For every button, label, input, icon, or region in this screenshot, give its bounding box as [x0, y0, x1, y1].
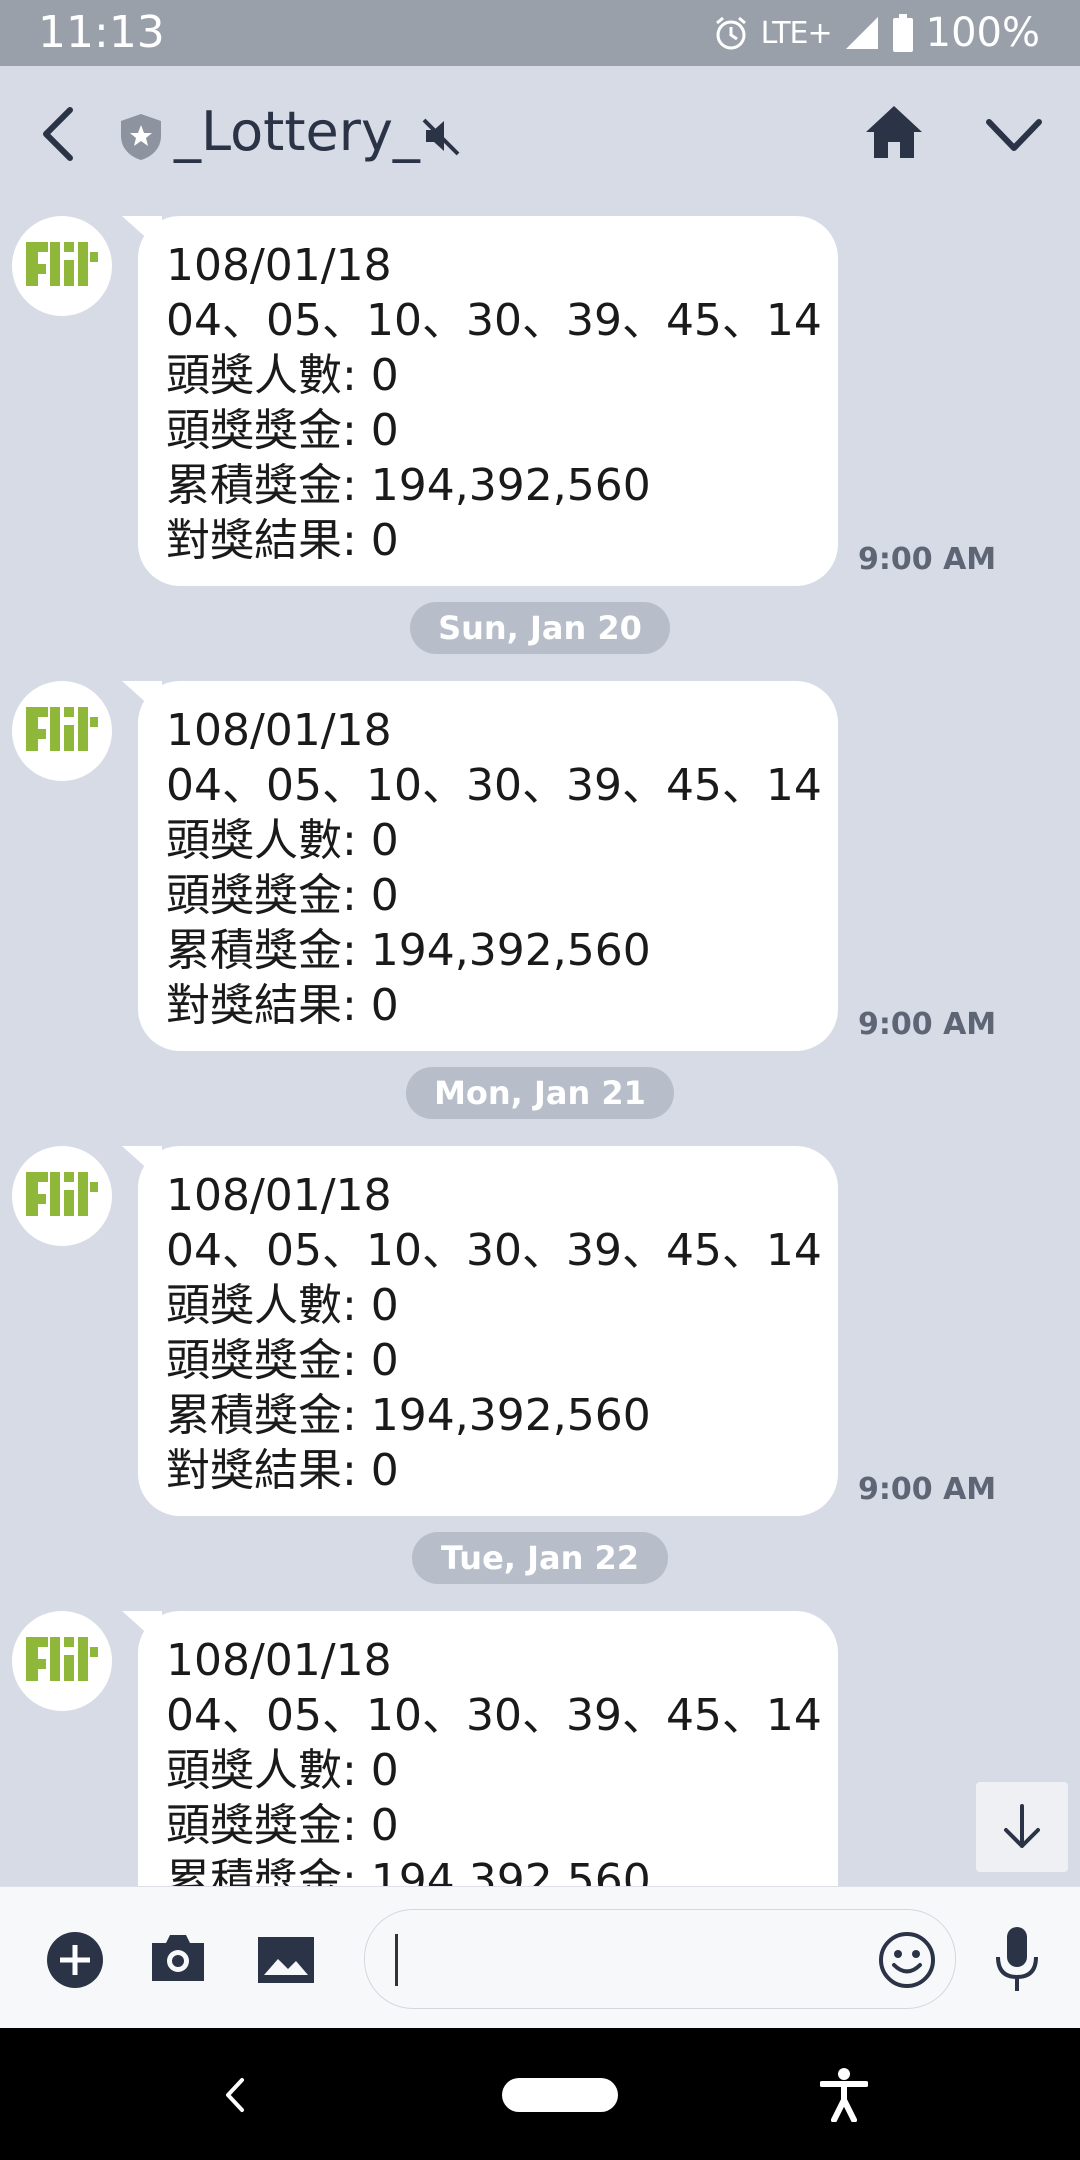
message-input-bar	[0, 1886, 1080, 2029]
message-bubble[interactable]: 108/01/18 04、05、10、30、39、45、14 頭獎人數: 0 頭…	[138, 1146, 838, 1516]
back-icon[interactable]	[36, 106, 80, 162]
winning-numbers: 04、05、10、30、39、45、14	[166, 1690, 822, 1741]
arrow-down-icon	[1004, 1804, 1040, 1848]
chat-title[interactable]: _Lottery_	[174, 96, 420, 168]
battery-icon	[892, 14, 913, 52]
system-nav-bar	[0, 2028, 1080, 2160]
chat-header: _Lottery_	[0, 66, 1080, 196]
lottery-avatar-icon	[26, 1637, 98, 1681]
date-separator: Mon, Jan 21	[406, 1067, 674, 1119]
accumulated-prize: 累積獎金: 194,392,560	[166, 460, 651, 511]
scroll-to-bottom-button[interactable]	[976, 1782, 1068, 1872]
jackpot-prize: 頭獎獎金: 0	[166, 405, 399, 456]
nav-back-icon[interactable]	[222, 2076, 246, 2114]
draw-date: 108/01/18	[166, 1170, 392, 1221]
match-result: 對獎結果: 0	[166, 1445, 399, 1496]
lottery-avatar-icon	[26, 242, 98, 286]
message-input[interactable]	[364, 1909, 956, 2009]
alarm-icon	[715, 16, 746, 50]
signal-icon	[845, 17, 878, 49]
message-time: 9:00 AM	[858, 542, 997, 577]
draw-date: 108/01/18	[166, 240, 392, 291]
shield-icon	[121, 114, 161, 160]
draw-date: 108/01/18	[166, 1635, 392, 1686]
avatar[interactable]	[12, 216, 112, 316]
lottery-avatar-icon	[26, 1172, 98, 1216]
date-separator: Sun, Jan 20	[410, 602, 670, 654]
emoji-icon[interactable]	[877, 1930, 937, 1990]
accumulated-prize: 累積獎金: 194,392,560	[166, 925, 651, 976]
message-time: 9:00 AM	[858, 1472, 997, 1507]
match-result: 對獎結果: 0	[166, 515, 399, 566]
battery-percent: 100%	[925, 10, 1040, 56]
avatar[interactable]	[12, 1146, 112, 1246]
avatar[interactable]	[12, 1611, 112, 1711]
avatar[interactable]	[12, 681, 112, 781]
network-type: LTE+	[760, 15, 833, 51]
jackpot-winners: 頭獎人數: 0	[166, 1280, 399, 1331]
jackpot-winners: 頭獎人數: 0	[166, 1745, 399, 1796]
image-icon[interactable]	[256, 1935, 316, 1985]
camera-icon[interactable]	[148, 1931, 208, 1983]
jackpot-winners: 頭獎人數: 0	[166, 815, 399, 866]
nav-home-pill[interactable]	[502, 2078, 618, 2112]
mic-icon[interactable]	[992, 1925, 1042, 1995]
message-bubble[interactable]: 108/01/18 04、05、10、30、39、45、14 頭獎人數: 0 頭…	[138, 681, 838, 1051]
winning-numbers: 04、05、10、30、39、45、14	[166, 760, 822, 811]
jackpot-winners: 頭獎人數: 0	[166, 350, 399, 401]
jackpot-prize: 頭獎獎金: 0	[166, 870, 399, 921]
winning-numbers: 04、05、10、30、39、45、14	[166, 295, 822, 346]
message-bubble[interactable]: 108/01/18 04、05、10、30、39、45、14 頭獎人數: 0 頭…	[138, 216, 838, 586]
add-icon[interactable]	[46, 1931, 104, 1989]
accessibility-icon[interactable]	[820, 2068, 868, 2122]
match-result: 對獎結果: 0	[166, 980, 399, 1031]
status-time: 11:13	[38, 7, 165, 58]
jackpot-prize: 頭獎獎金: 0	[166, 1335, 399, 1386]
text-cursor	[395, 1934, 398, 1986]
draw-date: 108/01/18	[166, 705, 392, 756]
status-bar: 11:13 LTE+ 100%	[0, 0, 1080, 66]
accumulated-prize: 累積獎金: 194,392,560	[166, 1390, 651, 1441]
chevron-down-icon[interactable]	[984, 116, 1044, 156]
jackpot-prize: 頭獎獎金: 0	[166, 1800, 399, 1851]
mute-icon	[422, 118, 460, 156]
home-icon[interactable]	[864, 104, 924, 160]
winning-numbers: 04、05、10、30、39、45、14	[166, 1225, 822, 1276]
date-separator: Tue, Jan 22	[412, 1532, 668, 1584]
message-time: 9:00 AM	[858, 1007, 997, 1042]
lottery-avatar-icon	[26, 707, 98, 751]
